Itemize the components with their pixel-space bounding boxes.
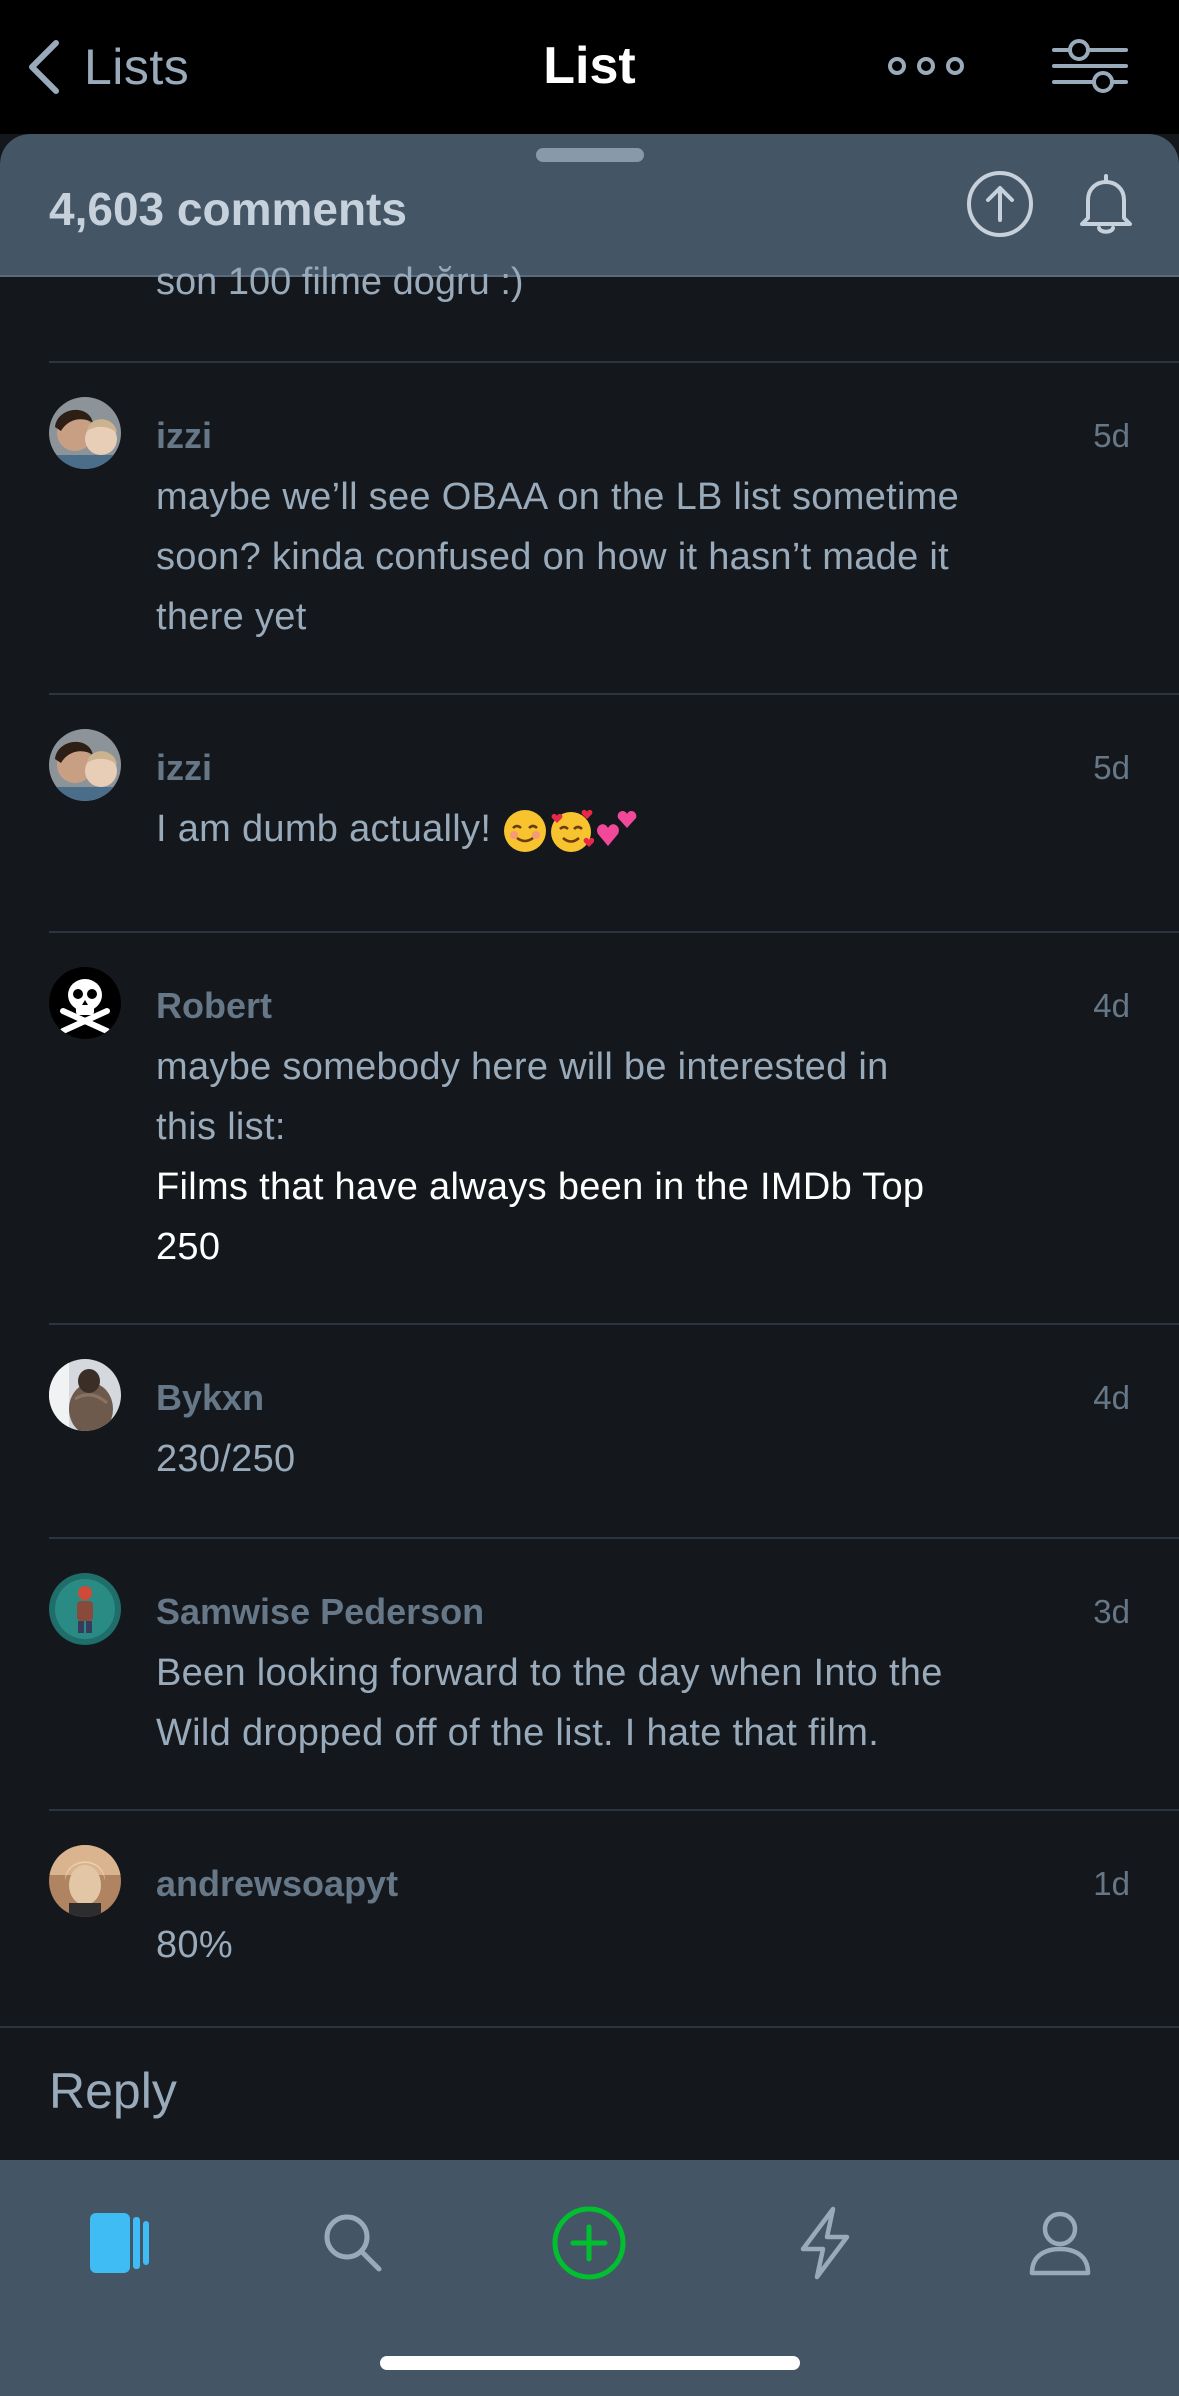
divider: [49, 1537, 1179, 1539]
comment-timestamp: 5d: [1093, 417, 1130, 454]
partial-comment-text: son 100 filme doğru :): [156, 261, 524, 303]
comment-timestamp: 5d: [1093, 749, 1130, 786]
tab-films[interactable]: [73, 2198, 163, 2288]
list-link[interactable]: Films that have always been in the IMDb …: [156, 1157, 1056, 1277]
comment-line: Been looking forward to the day when Int…: [156, 1652, 943, 1694]
comment-username[interactable]: izzi: [156, 415, 212, 457]
home-indicator[interactable]: [380, 2356, 800, 2370]
comment-body: I am dumb actually!: [156, 799, 1056, 859]
comment-line: 80%: [156, 1924, 233, 1966]
top-navigation-bar: Lists List: [0, 0, 1179, 134]
comment-body: Been looking forward to the day when Int…: [156, 1643, 1056, 1763]
comment-username[interactable]: Samwise Pederson: [156, 1591, 484, 1633]
relieved-face-icon: [504, 809, 547, 852]
comment-line: maybe somebody here will be interested i…: [156, 1046, 889, 1088]
comment-text: I am dumb actually!: [156, 808, 503, 850]
comment-username[interactable]: Bykxn: [156, 1377, 264, 1419]
comment-count: 4,603 comments: [49, 183, 407, 235]
avatar[interactable]: [49, 1359, 121, 1431]
divider: [49, 361, 1179, 363]
profile-icon: [1029, 2211, 1091, 2276]
tab-add[interactable]: [544, 2198, 634, 2288]
comment-timestamp: 3d: [1093, 1593, 1130, 1630]
comment-timestamp: 1d: [1093, 1865, 1130, 1902]
comment-timestamp: 4d: [1093, 987, 1130, 1024]
comment-line: maybe we’ll see OBAA on the LB list some…: [156, 476, 960, 518]
reply-input[interactable]: Reply: [49, 2062, 177, 2120]
comment-username[interactable]: andrewsoapyt: [156, 1863, 398, 1905]
filter-sliders-icon[interactable]: [1050, 36, 1130, 96]
comment-username[interactable]: Robert: [156, 985, 272, 1027]
divider: [49, 1323, 1179, 1325]
comment-line: soon? kinda confused on how it hasn’t ma…: [156, 536, 950, 578]
tab-profile[interactable]: [1015, 2198, 1105, 2288]
comment-body: maybe we’ll see OBAA on the LB list some…: [156, 467, 1056, 647]
avatar[interactable]: [49, 1573, 121, 1645]
add-entry-icon: [552, 2206, 626, 2280]
back-button[interactable]: Lists: [24, 30, 189, 104]
smiling-face-with-hearts-icon: [551, 809, 595, 852]
scroll-to-top-icon[interactable]: [966, 170, 1034, 238]
films-tab-icon: [90, 2213, 149, 2273]
tab-search[interactable]: [308, 2198, 398, 2288]
divider: [49, 1809, 1179, 1811]
avatar[interactable]: [49, 967, 121, 1039]
comment-body: maybe somebody here will be interested i…: [156, 1037, 1056, 1277]
comment-line: there yet: [156, 596, 307, 638]
comments-header: 4,603 comments: [0, 134, 1179, 277]
comments-sheet: 4,603 comments son 100 filme doğru :) iz…: [0, 134, 1179, 2396]
comment-timestamp: 4d: [1093, 1379, 1130, 1416]
bottom-tab-bar: [0, 2160, 1179, 2396]
sheet-grabber-handle[interactable]: [536, 148, 644, 162]
search-icon: [324, 2214, 382, 2272]
comment-line: Wild dropped off of the list. I hate tha…: [156, 1712, 880, 1754]
chevron-left-icon: [29, 40, 59, 94]
comment-body: 80%: [156, 1915, 1056, 1975]
comment-line: 230/250: [156, 1438, 296, 1480]
comment-body: 230/250: [156, 1429, 1056, 1489]
divider: [49, 693, 1179, 695]
comment-username[interactable]: izzi: [156, 747, 212, 789]
reply-bar[interactable]: Reply: [0, 2026, 1179, 2160]
bell-icon[interactable]: [1078, 172, 1134, 236]
avatar[interactable]: [49, 1845, 121, 1917]
avatar[interactable]: [49, 397, 121, 469]
link-line[interactable]: 250: [156, 1217, 1056, 1277]
comment-line: this list:: [156, 1106, 286, 1148]
activity-icon: [800, 2206, 850, 2280]
divider: [49, 931, 1179, 933]
link-line[interactable]: Films that have always been in the IMDb …: [156, 1157, 1056, 1217]
avatar[interactable]: [49, 729, 121, 801]
more-options-icon[interactable]: [888, 46, 964, 86]
tab-activity[interactable]: [780, 2198, 870, 2288]
two-hearts-icon: [597, 811, 637, 846]
back-label: Lists: [84, 39, 190, 95]
